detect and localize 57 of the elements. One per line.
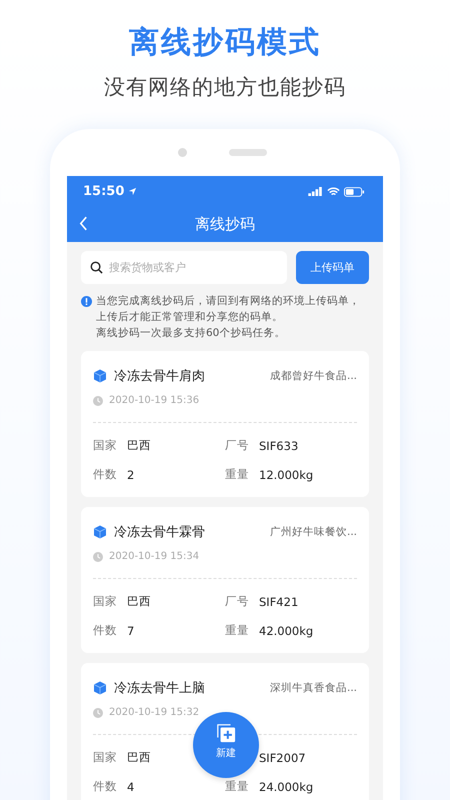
field-label: 重量 [225, 467, 249, 482]
field-value: SIF633 [259, 438, 298, 452]
field-value: 巴西 [127, 438, 151, 453]
field-value: SIF421 [259, 594, 298, 608]
clock-icon [93, 552, 103, 562]
location-icon [128, 187, 138, 196]
box-icon [93, 681, 107, 695]
clock-icon [93, 708, 103, 718]
field-label: 国家 [93, 594, 117, 609]
battery-icon [344, 186, 365, 196]
customer-name: 广州好牛味餐饮... [270, 525, 357, 539]
field-label: 国家 [93, 750, 117, 765]
record-time: 2020-10-19 15:34 [109, 551, 200, 562]
add-icon [216, 722, 236, 742]
search-icon [90, 261, 103, 274]
field-value: 4 [127, 780, 134, 794]
subheadline: 没有网络的地方也能抄码 [104, 74, 346, 101]
field-label: 件数 [93, 623, 117, 638]
product-name: 冷冻去骨牛霖骨 [114, 524, 205, 541]
status-time: 15:50 [83, 184, 124, 199]
field-value: 24.000kg [259, 780, 314, 794]
box-icon [93, 369, 107, 383]
info-icon [81, 296, 92, 307]
field-label: 厂号 [225, 594, 249, 609]
nav-title: 离线抄码 [195, 215, 255, 234]
field-label: 厂号 [225, 438, 249, 453]
notice-text: 当您完成离线抄码后，请回到有网络的环境上传码单，上传后才能正常管理和分享您的码单。 [96, 294, 361, 325]
notice-text: 离线抄码一次最多支持60个抄码任务。 [96, 326, 286, 341]
field-value: 7 [127, 624, 134, 638]
customer-name: 深圳牛真香食品... [270, 681, 357, 695]
speaker-slot [228, 149, 266, 156]
customer-name: 成都曾好牛食品... [270, 369, 357, 383]
headline: 离线抄码模式 [129, 24, 321, 62]
upload-button[interactable]: 上传码单 [296, 251, 369, 284]
wifi-icon [327, 186, 340, 196]
signal-icon [308, 187, 323, 196]
field-value: 巴西 [127, 594, 151, 609]
box-icon [93, 525, 107, 539]
clock-icon [93, 396, 103, 406]
field-value: 12.000kg [259, 468, 314, 482]
field-value: 巴西 [127, 750, 151, 765]
record-card[interactable]: 冷冻去骨牛霖骨 广州好牛味餐饮... 2020-10-19 15:34 国家 巴西 厂号 SIF421 件数 7 重量 42.000kg [81, 507, 369, 653]
back-icon [79, 216, 88, 231]
record-card[interactable]: 冷冻去骨牛肩肉 成都曾好牛食品... 2020-10-19 15:36 国家 巴西 厂号 SIF633 件数 2 重量 12.000kg [81, 351, 369, 497]
field-value: 42.000kg [259, 624, 314, 638]
field-label: 件数 [93, 467, 117, 482]
camera-dot [178, 148, 186, 157]
field-label: 重量 [225, 779, 249, 794]
field-value: 2 [127, 468, 134, 482]
search-field[interactable]: 搜索货物或客户 [81, 251, 287, 284]
field-value: SIF2007 [259, 750, 306, 764]
product-name: 冷冻去骨牛上脑 [114, 680, 205, 697]
field-label: 国家 [93, 438, 117, 453]
field-label: 件数 [93, 779, 117, 794]
field-label: 重量 [225, 623, 249, 638]
product-name: 冷冻去骨牛肩肉 [114, 368, 205, 385]
record-time: 2020-10-19 15:36 [109, 395, 200, 406]
